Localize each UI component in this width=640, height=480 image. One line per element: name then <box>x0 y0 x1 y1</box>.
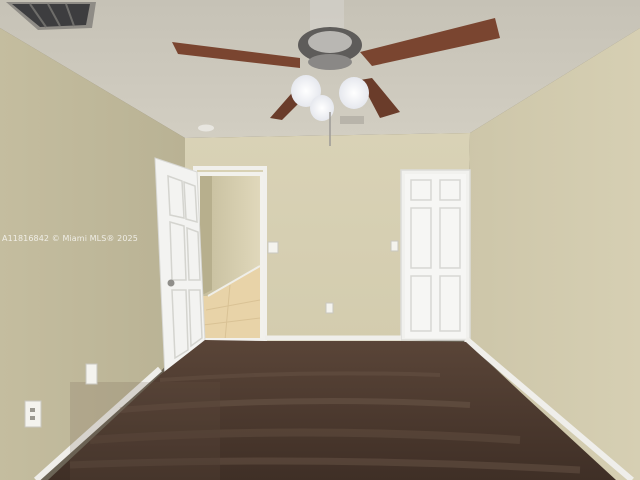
door-knob <box>167 279 175 287</box>
ceiling-return-vent <box>340 116 364 124</box>
closet-door <box>400 169 471 341</box>
smoke-detector <box>198 124 214 132</box>
wall-outlet-left <box>85 363 98 385</box>
fan-light-bulb-right <box>339 77 369 109</box>
light-switch-back <box>267 241 279 254</box>
wall-outlet-back <box>325 302 334 314</box>
wall-outlet-left-low <box>24 400 42 428</box>
light-switch-closet <box>390 240 399 252</box>
hallway-opening <box>197 172 263 341</box>
photo-watermark: A11816842 © Miami MLS® 2025 <box>2 234 138 243</box>
